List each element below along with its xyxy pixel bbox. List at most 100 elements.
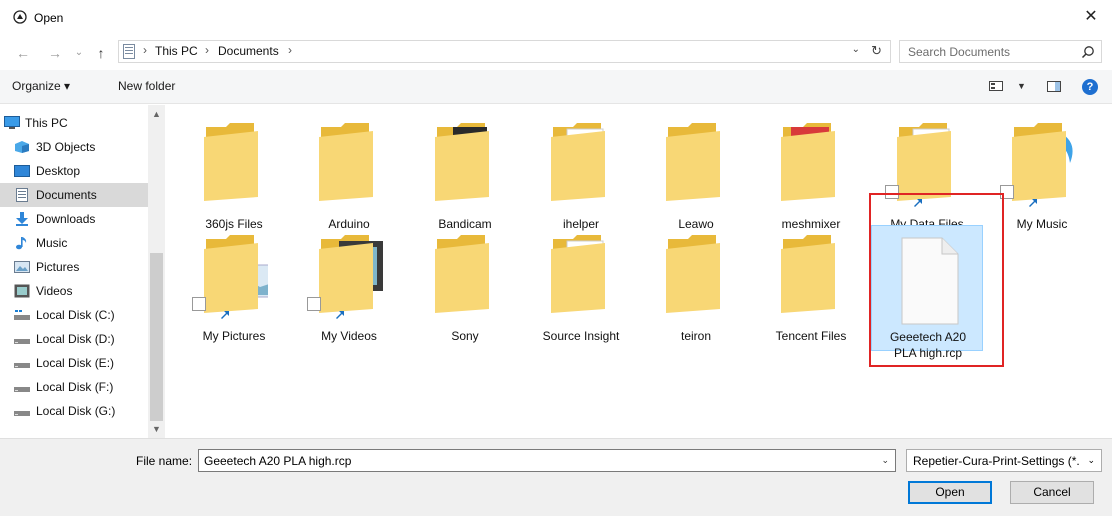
folder-item[interactable]: ihelper [525,113,637,233]
view-dropdown-icon[interactable]: ▼ [1017,81,1026,91]
app-icon [13,10,27,24]
folder-item[interactable]: Leawo [640,113,752,233]
sidebar-item-desktop[interactable]: Desktop [0,159,148,183]
sidebar-item-this-pc[interactable]: This PC [0,111,148,135]
open-button[interactable]: Open [908,481,992,504]
drive-icon [14,411,30,416]
file-type-value[interactable]: Repetier-Cura-Print-Settings (*. [913,454,1080,468]
sidebar-item-label: Local Disk (C:) [36,308,115,322]
folder-item[interactable]: My Videos [293,225,405,345]
command-bar: Organize ▾ New folder ▼ ? [0,70,1112,104]
sidebar-item-local-disk-g[interactable]: Local Disk (G:) [0,399,148,423]
breadcrumb-this-pc[interactable]: This PC [155,44,198,58]
videos-icon [14,284,30,298]
refresh-icon[interactable]: ↻ [871,43,882,59]
breadcrumb-separator[interactable]: › [288,43,292,57]
sidebar-item-label: Downloads [36,212,96,226]
item-label: My Pictures [202,329,266,343]
sidebar-item-label: Local Disk (G:) [36,404,116,418]
sidebar-item-label: Documents [36,188,97,202]
computer-icon [4,116,20,129]
sidebar-item-label: 3D Objects [36,140,96,154]
download-icon [16,212,28,226]
navigation-pane: This PC 3D Objects Desktop Documents Dow… [0,105,165,438]
scroll-up-icon[interactable]: ▲ [152,109,161,119]
folder-item[interactable]: meshmixer [755,113,867,233]
organize-button[interactable]: Organize ▾ [12,79,70,93]
sidebar-item-label: Pictures [36,260,80,274]
sidebar-item-local-disk-c[interactable]: Local Disk (C:) [0,303,148,327]
sidebar-item-label: Local Disk (F:) [36,380,114,394]
item-label: Source Insight [542,329,620,343]
address-dropdown-icon[interactable]: ⌄ [852,44,860,55]
new-folder-button[interactable]: New folder [118,79,175,93]
cancel-button[interactable]: Cancel [1010,481,1094,504]
file-type-select[interactable]: Repetier-Cura-Print-Settings (*. ⌄ [906,449,1102,472]
music-icon [16,237,27,250]
address-bar[interactable]: › This PC › Documents › ⌄ ↻ [118,40,891,63]
sidebar-item-label: Videos [36,284,73,298]
sidebar-item-documents[interactable]: Documents [0,183,148,207]
folder-item[interactable]: My Pictures [178,225,290,345]
item-label: My Videos [321,329,377,343]
sidebar-item-label: Desktop [36,164,81,178]
sidebar-item-label: Local Disk (D:) [36,332,115,346]
drive-icon [14,339,30,344]
shortcut-arrow-icon [192,297,229,319]
annotation-highlight-file [869,193,1004,367]
sidebar-scrollbar[interactable]: ▲ ▼ [148,105,165,438]
drive-icon [14,363,30,368]
search-icon[interactable] [1081,45,1095,59]
sidebar-item-videos[interactable]: Videos [0,279,148,303]
recent-locations-icon[interactable]: ⌄ [70,44,88,62]
file-dialog-footer: File name: Geeetech A20 PLA high.rcp ⌄ R… [0,438,1112,516]
sidebar-item-local-disk-e[interactable]: Local Disk (E:) [0,351,148,375]
documents-location-icon [123,44,135,59]
drive-icon [14,310,30,320]
folder-item[interactable]: Bandicam [409,113,521,233]
sidebar-item-label: Music [36,236,68,250]
item-label: Sony [451,329,479,343]
desktop-icon [14,165,30,177]
breadcrumb-separator[interactable]: › [205,43,209,57]
documents-icon [16,188,28,202]
file-name-value[interactable]: Geeetech A20 PLA high.rcp [204,454,351,468]
folder-item[interactable]: teiron [640,225,752,345]
folder-item[interactable]: Source Insight [525,225,637,345]
pictures-icon [14,261,30,273]
folder-item[interactable]: Arduino [293,113,405,233]
title-bar: Open ✕ [0,0,1112,38]
sidebar-item-pictures[interactable]: Pictures [0,255,148,279]
window-title: Open [34,11,64,25]
search-input[interactable]: Search Documents [908,45,1010,59]
chevron-down-icon[interactable]: ⌄ [1087,455,1095,466]
file-name-label: File name: [136,454,193,468]
sidebar-item-music[interactable]: Music [0,231,148,255]
close-icon[interactable]: ✕ [1080,6,1102,28]
folder-item[interactable]: Sony [409,225,521,345]
breadcrumb-documents[interactable]: Documents [218,44,279,58]
scrollbar-thumb[interactable] [150,253,163,421]
sidebar-item-downloads[interactable]: Downloads [0,207,148,231]
preview-pane-icon[interactable] [1047,81,1061,92]
folder-item[interactable]: Tencent Files [755,225,867,345]
folder-item[interactable]: 360js Files [178,113,290,233]
breadcrumb-separator[interactable]: › [143,43,147,57]
sidebar-item-label: This PC [25,116,68,130]
sidebar-item-label: Local Disk (E:) [36,356,115,370]
item-label: Tencent Files [775,329,847,343]
search-box[interactable]: Search Documents [899,40,1102,63]
change-view-icon[interactable] [989,81,1003,91]
help-icon[interactable]: ? [1082,79,1098,95]
scroll-down-icon[interactable]: ▼ [152,424,161,434]
forward-arrow-icon[interactable]: → [46,44,64,62]
item-label: teiron [680,329,712,343]
shortcut-arrow-icon [307,297,344,319]
up-arrow-icon[interactable]: ↑ [92,44,110,62]
sidebar-item-local-disk-f[interactable]: Local Disk (F:) [0,375,148,399]
sidebar-item-3d-objects[interactable]: 3D Objects [0,135,148,159]
back-arrow-icon[interactable]: ← [14,44,32,62]
chevron-down-icon[interactable]: ⌄ [881,455,889,466]
file-name-field[interactable]: Geeetech A20 PLA high.rcp ⌄ [198,449,896,472]
sidebar-item-local-disk-d[interactable]: Local Disk (D:) [0,327,148,351]
